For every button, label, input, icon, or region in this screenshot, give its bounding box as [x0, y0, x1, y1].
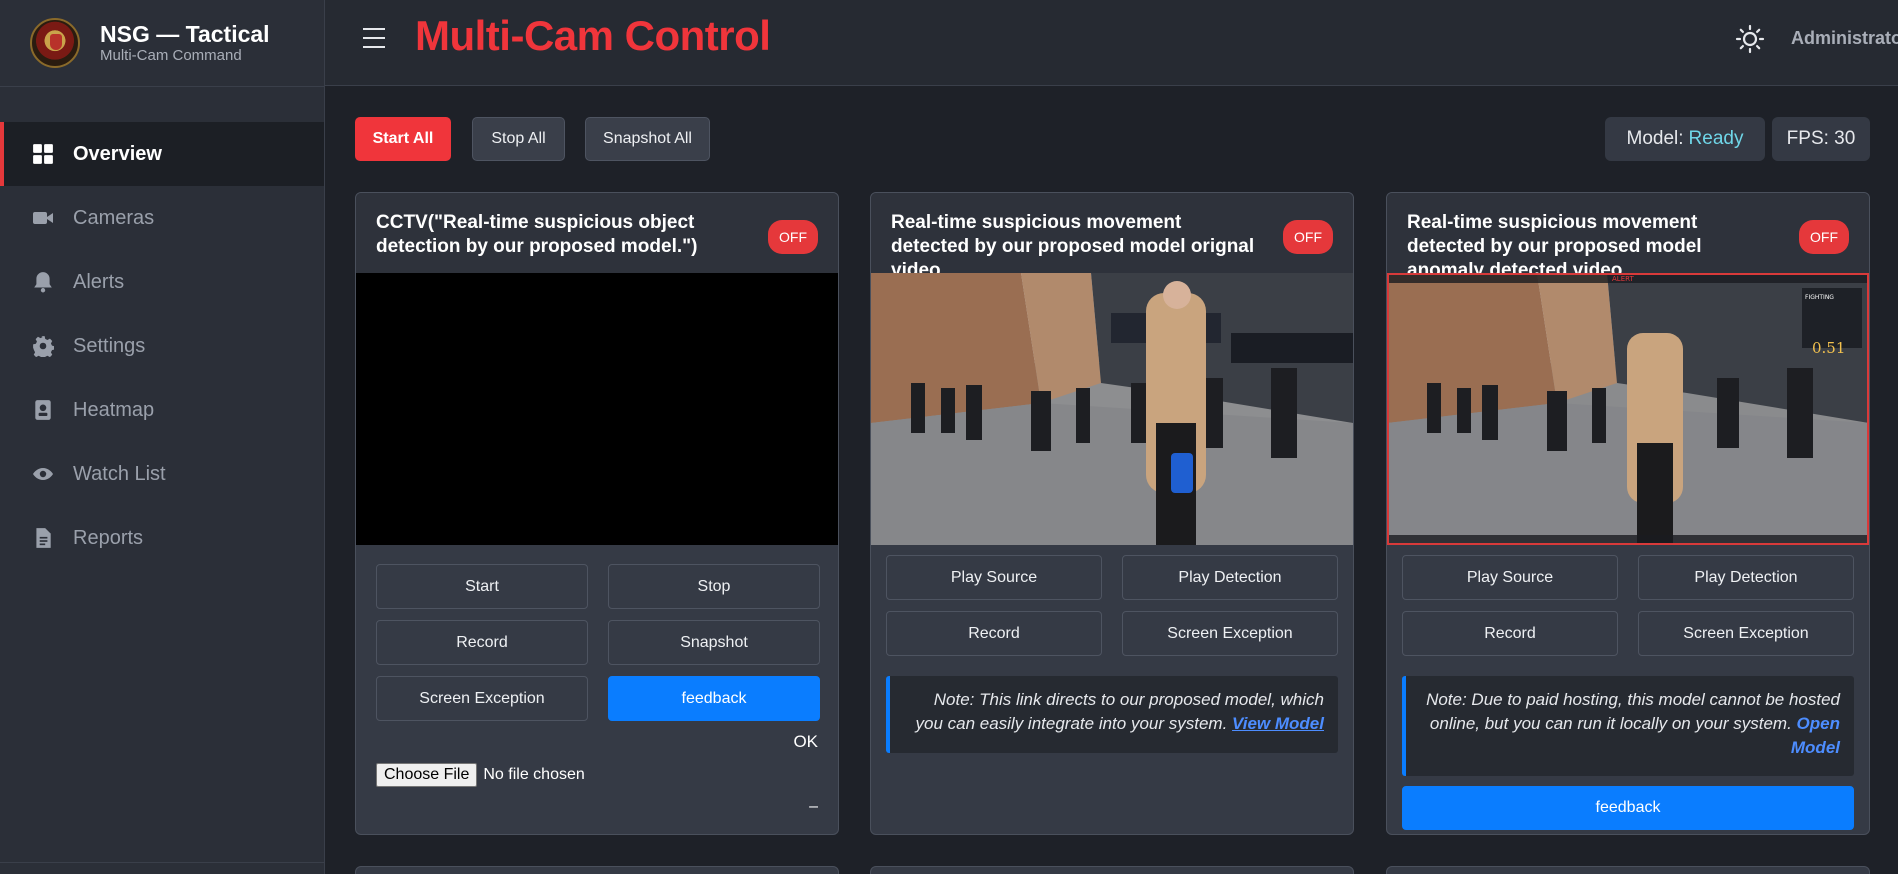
- sidebar-footer: [0, 862, 324, 874]
- snapshot-all-button[interactable]: Snapshot All: [585, 117, 710, 161]
- camera-card-next-row: [870, 866, 1354, 874]
- play-source-button[interactable]: Play Source: [886, 555, 1102, 600]
- play-source-button[interactable]: Play Source: [1402, 555, 1618, 600]
- choose-file-button[interactable]: Choose File: [376, 763, 478, 787]
- sidebar: NSG — Tactical Multi-Cam Command Overvie…: [0, 0, 325, 874]
- score-overlay-text: 0.51: [1812, 339, 1845, 357]
- status-ok-text: OK: [793, 732, 818, 751]
- start-button[interactable]: Start: [376, 564, 588, 609]
- grid-icon: [32, 143, 54, 165]
- footer-dash: –: [809, 798, 818, 815]
- camera-card-original-video: Real-time suspicious movement detected b…: [870, 192, 1354, 835]
- screen-exception-button[interactable]: Screen Exception: [376, 676, 588, 721]
- sidebar-item-reports[interactable]: Reports: [0, 506, 324, 570]
- status-badge[interactable]: OFF: [1283, 220, 1333, 254]
- card-header: CCTV("Real-time suspicious object detect…: [356, 193, 838, 273]
- brand: NSG — Tactical Multi-Cam Command: [0, 0, 324, 87]
- document-icon: [32, 527, 54, 549]
- card-title: CCTV("Real-time suspicious object detect…: [376, 212, 698, 257]
- alert-overlay-text: ALERT: [1612, 275, 1634, 283]
- open-model-link[interactable]: Open Model: [1791, 714, 1840, 757]
- sidebar-item-label: Cameras: [73, 206, 155, 229]
- model-status: Model: Ready: [1605, 117, 1765, 161]
- sun-icon[interactable]: [1735, 24, 1765, 54]
- page-title: Multi-Cam Control: [415, 12, 771, 59]
- fps-counter: FPS: 30: [1772, 117, 1870, 161]
- top-header: Multi-Cam Control Administrator: [325, 0, 1898, 86]
- sidebar-item-label: Watch List: [73, 462, 166, 485]
- status-badge[interactable]: OFF: [1799, 220, 1849, 254]
- file-upload: Choose File No file chosen: [376, 763, 585, 787]
- video-feed-anomaly: ALERT FIGHTING 0.51: [1387, 273, 1869, 545]
- sidebar-item-alerts[interactable]: Alerts: [0, 250, 324, 314]
- sidebar-item-label: Heatmap: [73, 398, 155, 421]
- sidebar-item-overview[interactable]: Overview: [0, 122, 324, 186]
- record-button[interactable]: Record: [1402, 611, 1618, 656]
- screen-exception-button[interactable]: Screen Exception: [1638, 611, 1854, 656]
- user-name[interactable]: Administrator: [1791, 28, 1898, 49]
- snapshot-button[interactable]: Snapshot: [608, 620, 820, 665]
- brand-subtitle: Multi-Cam Command: [100, 47, 242, 64]
- video-feed-blank: [356, 273, 838, 545]
- sidebar-item-cameras[interactable]: Cameras: [0, 186, 324, 250]
- sidebar-item-label: Alerts: [73, 270, 125, 293]
- anomaly-detection-frame: ALERT FIGHTING 0.51: [1387, 273, 1869, 545]
- id-badge-icon: [32, 399, 54, 421]
- play-detection-button[interactable]: Play Detection: [1638, 555, 1854, 600]
- screen-exception-button[interactable]: Screen Exception: [1122, 611, 1338, 656]
- camera-card-next-row: [1386, 866, 1870, 874]
- card-header: Real-time suspicious movement detected b…: [871, 193, 1353, 281]
- sidebar-item-watch-list[interactable]: Watch List: [0, 442, 324, 506]
- class-overlay-text: FIGHTING: [1805, 294, 1834, 301]
- street-scene-image: [871, 273, 1353, 545]
- note-text: Note: Due to paid hosting, this model ca…: [1426, 690, 1840, 733]
- camera-card-cctv: CCTV("Real-time suspicious object detect…: [355, 192, 839, 835]
- record-button[interactable]: Record: [376, 620, 588, 665]
- bell-icon: [32, 271, 54, 293]
- video-feed-street: [871, 273, 1353, 545]
- stop-button[interactable]: Stop: [608, 564, 820, 609]
- camera-card-anomaly-video: Real-time suspicious movement detected b…: [1386, 192, 1870, 835]
- sidebar-item-label: Settings: [73, 334, 146, 357]
- nsg-emblem-logo: [30, 18, 80, 68]
- sidebar-nav: Overview Cameras Alerts Settings Heatmap: [0, 122, 324, 570]
- model-label: Model:: [1626, 128, 1684, 149]
- sidebar-item-label: Reports: [73, 526, 144, 549]
- record-button[interactable]: Record: [886, 611, 1102, 656]
- play-detection-button[interactable]: Play Detection: [1122, 555, 1338, 600]
- model-status-value: Ready: [1688, 128, 1744, 149]
- camera-card-next-row: [355, 866, 839, 874]
- hamburger-menu-icon[interactable]: [363, 28, 385, 48]
- brand-title: NSG — Tactical: [100, 21, 270, 47]
- card-header: Real-time suspicious movement detected b…: [1387, 193, 1869, 281]
- file-status-text: No file chosen: [483, 766, 585, 783]
- sidebar-item-settings[interactable]: Settings: [0, 314, 324, 378]
- gear-icon: [32, 335, 54, 357]
- video-camera-icon: [32, 207, 54, 229]
- eye-icon: [32, 463, 54, 485]
- status-badge[interactable]: OFF: [768, 220, 818, 254]
- card-title: Real-time suspicious movement detected b…: [891, 212, 1255, 281]
- sidebar-item-heatmap[interactable]: Heatmap: [0, 378, 324, 442]
- hosting-note: Note: Due to paid hosting, this model ca…: [1402, 676, 1854, 776]
- card-title: Real-time suspicious movement detected b…: [1407, 212, 1702, 281]
- start-all-button[interactable]: Start All: [355, 117, 451, 161]
- feedback-button[interactable]: feedback: [608, 676, 820, 721]
- sidebar-item-label: Overview: [73, 142, 162, 165]
- view-model-link[interactable]: View Model: [1232, 714, 1324, 733]
- feedback-button[interactable]: feedback: [1402, 786, 1854, 830]
- stop-all-button[interactable]: Stop All: [472, 117, 565, 161]
- model-note: Note: This link directs to our proposed …: [886, 676, 1338, 753]
